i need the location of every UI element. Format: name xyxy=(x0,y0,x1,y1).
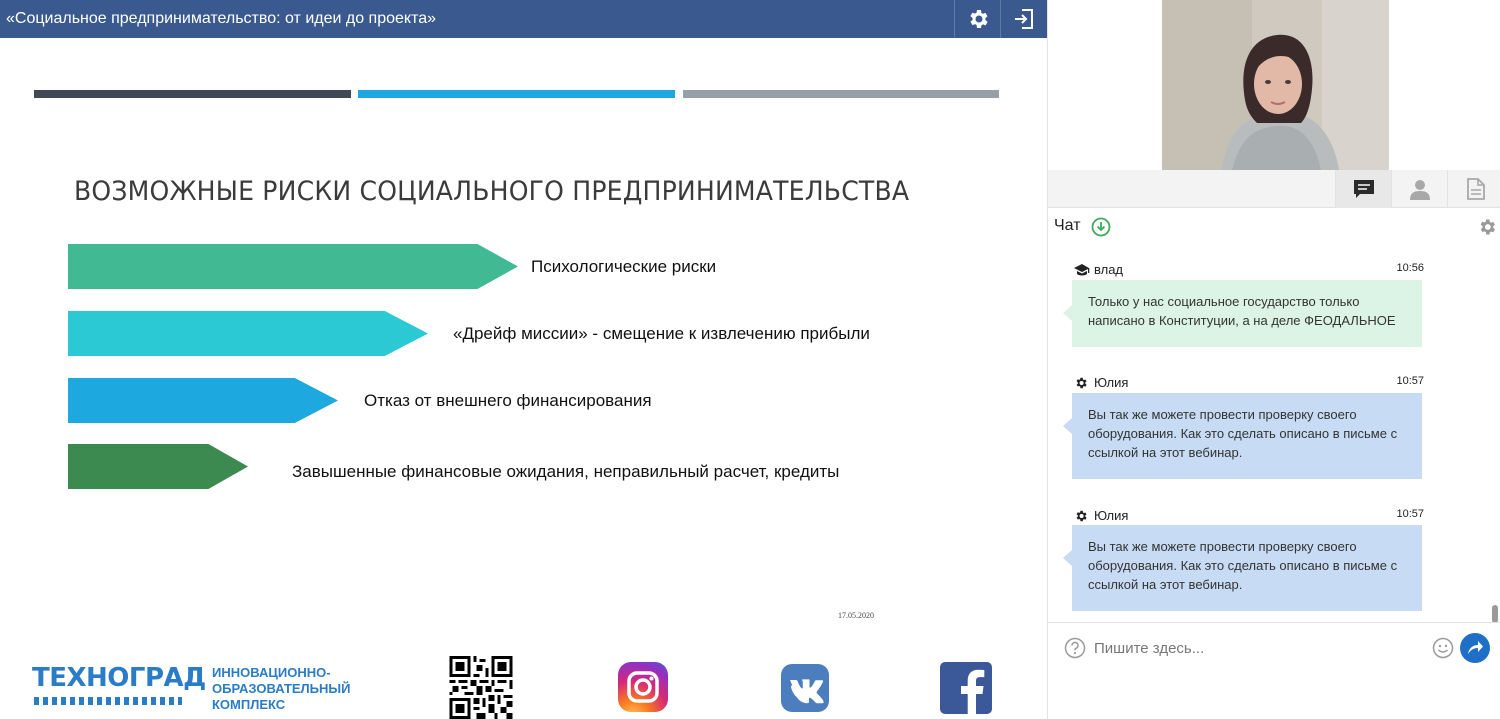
logo-stripes xyxy=(34,697,182,705)
webcam-video xyxy=(1162,0,1389,170)
risk-label-2: «Дрейф миссии» - смещение к извлечению п… xyxy=(453,324,870,343)
gear-icon xyxy=(1076,377,1087,389)
help-icon[interactable] xyxy=(1064,637,1086,659)
chat-message-time: 10:57 xyxy=(1396,375,1424,387)
side-panel-tabs xyxy=(1048,170,1500,208)
instagram-glyph xyxy=(627,671,659,703)
instagram-icon[interactable] xyxy=(618,662,668,712)
logo-subtitle-line-2: ОБРАЗОВАТЕЛЬНЫЙ xyxy=(212,681,351,696)
chat-input[interactable] xyxy=(1094,637,1424,659)
webinar-app: «Социальное предпринимательство: от идеи… xyxy=(0,0,1500,719)
risk-arrow-1 xyxy=(68,244,518,289)
risk-arrow-2 xyxy=(68,311,428,356)
technograd-logo: ТЕХНОГРАД xyxy=(32,663,206,693)
emoji-icon[interactable] xyxy=(1432,637,1454,659)
risk-label-3: Отказ от внешнего финансирования xyxy=(364,391,652,410)
chat-message-author: Юлия xyxy=(1094,508,1129,523)
slide-top-bar-gray xyxy=(683,90,999,98)
chat-message-author: Юлия xyxy=(1094,375,1129,390)
vk-icon[interactable] xyxy=(781,664,829,712)
exit-button[interactable] xyxy=(1000,0,1046,38)
chat-message-bubble: Только у нас социальное государство толь… xyxy=(1063,280,1422,347)
logo-subtitle-line-3: КОМПЛЕКС xyxy=(212,697,286,712)
risk-arrow-3 xyxy=(68,378,338,423)
slide-top-bar-dark xyxy=(34,90,351,98)
risk-label-4: Завышенные финансовые ожидания, неправил… xyxy=(292,462,840,481)
gear-icon xyxy=(969,10,988,28)
qr-code xyxy=(449,656,513,719)
slide-top-bar-blue xyxy=(358,90,675,98)
download-icon[interactable] xyxy=(1091,217,1111,237)
chat-message-header: Юлия 10:57 xyxy=(1074,375,1424,391)
presentation-area: «Социальное предпринимательство: от идеи… xyxy=(0,0,1047,719)
graduation-cap-icon xyxy=(1074,264,1090,276)
tab-chat[interactable] xyxy=(1335,170,1391,208)
chat-message-header: влад 10:56 xyxy=(1074,262,1424,278)
tab-files[interactable] xyxy=(1447,170,1500,208)
webinar-title: «Социальное предпринимательство: от идеи… xyxy=(6,10,437,27)
chat-message-header: Юлия 10:57 xyxy=(1074,508,1424,524)
settings-button[interactable] xyxy=(954,0,1000,38)
vk-glyph xyxy=(790,679,824,704)
presentation-slide: ВОЗМОЖНЫЕ РИСКИ СОЦИАЛЬНОГО ПРЕДПРИНИМАТ… xyxy=(0,38,1047,719)
presenter-video-image xyxy=(1162,0,1389,170)
logo-subtitle-line-1: ИННОВАЦИОННО- xyxy=(212,665,331,680)
slide-heading: ВОЗМОЖНЫЕ РИСКИ СОЦИАЛЬНОГО ПРЕДПРИНИМАТ… xyxy=(74,176,910,207)
participants-icon xyxy=(1409,180,1430,200)
risk-label-1: Психологические риски xyxy=(531,257,717,276)
chat-message-author: влад xyxy=(1094,262,1124,277)
chat-settings-icon[interactable] xyxy=(1477,217,1497,237)
exit-icon xyxy=(1014,9,1033,29)
gear-icon xyxy=(1076,510,1087,522)
logo-subtitle: ИННОВАЦИОННО- ОБРАЗОВАТЕЛЬНЫЙ КОМПЛЕКС xyxy=(212,665,350,713)
chat-message-time: 10:57 xyxy=(1396,508,1424,520)
chat-scrollbar[interactable] xyxy=(1492,605,1498,623)
chat-icon xyxy=(1353,180,1374,198)
chat-composer xyxy=(1048,622,1500,674)
send-icon xyxy=(1468,641,1483,654)
risk-arrow-4 xyxy=(68,444,248,489)
side-panel: Чат влад 10:56 Только у нас социальное г… xyxy=(1047,0,1500,719)
chat-title: Чат xyxy=(1054,217,1081,234)
send-button[interactable] xyxy=(1460,633,1490,663)
webinar-header: «Социальное предпринимательство: от идеи… xyxy=(0,0,1047,38)
files-icon xyxy=(1466,178,1485,200)
tab-participants[interactable] xyxy=(1391,170,1447,208)
facebook-icon[interactable] xyxy=(940,662,992,714)
chat-message-bubble: Вы так же можете провести проверку своег… xyxy=(1063,525,1422,611)
chat-message-bubble: Вы так же можете провести проверку своег… xyxy=(1063,393,1422,479)
facebook-glyph xyxy=(961,669,985,714)
chat-message-time: 10:56 xyxy=(1396,262,1424,274)
slide-date: 17.05.2020 xyxy=(838,611,874,620)
